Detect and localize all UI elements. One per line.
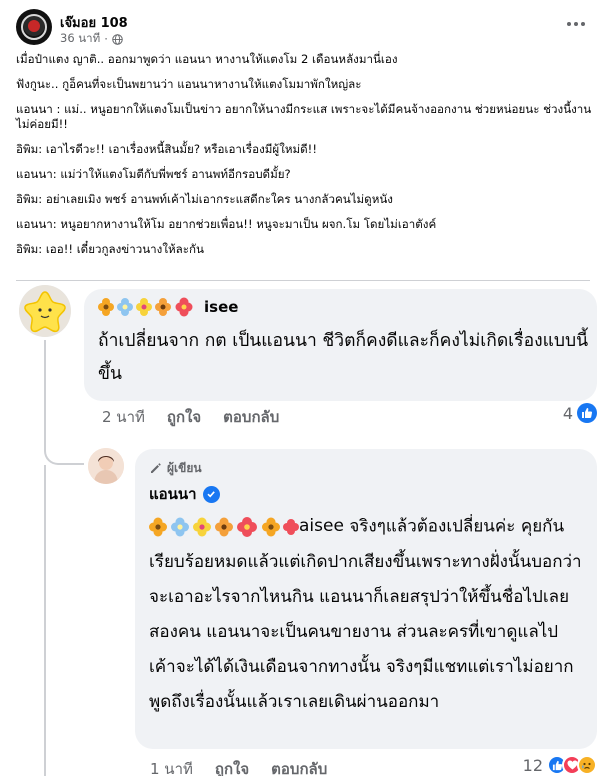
author-badge: ผู้เขียน — [149, 459, 202, 478]
reply-bubble: ผู้เขียน แอนนา aisee จริงๆแล้วต้องเปลี่ย… — [135, 449, 597, 749]
divider — [16, 280, 590, 281]
globe-icon — [112, 33, 123, 45]
dot-icon — [581, 22, 585, 26]
comment-bubble: isee ถ้าเปลี่ยนจาก กต เป็นแอนนา ชีวิตก็ค… — [84, 289, 597, 401]
like-icon — [577, 403, 597, 423]
post-line: แอนนา : แม่.. หนูอยากให้แตงโมเป็นข่าว อย… — [16, 102, 592, 131]
reaction-summary[interactable]: 12 — [523, 755, 597, 775]
pencil-icon — [151, 463, 161, 473]
more-options-button[interactable] — [563, 12, 589, 36]
flower-icon — [117, 298, 133, 316]
post-line: แอนนา: แม่ว่าให้แตงโมตีกับพี่พชร์ อานพท์… — [16, 167, 291, 181]
reply-body: จริงๆแล้วต้องเปลี่ยนค่ะ คุยกันเรียบร้อยห… — [149, 516, 582, 712]
meta-separator: · — [104, 32, 108, 46]
profile-photo-icon — [88, 448, 124, 484]
author-avatar[interactable] — [88, 448, 124, 484]
commenter-name[interactable]: isee — [98, 295, 238, 319]
post-line: เมื่อป๋าแตง ญาติ.. ออกมาพูดว่า แอนนา หาง… — [16, 52, 398, 66]
post-time[interactable]: 36 นาที — [60, 30, 100, 48]
page-avatar[interactable] — [16, 9, 52, 45]
author-badge-label: ผู้เขียน — [167, 461, 202, 475]
sad-icon — [577, 755, 597, 775]
post-meta: 36 นาที · — [60, 30, 123, 48]
thread-connector — [44, 340, 84, 465]
mention-name: aisee — [299, 516, 344, 536]
flower-icon — [175, 297, 193, 317]
like-button[interactable]: ถูกใจ — [167, 405, 201, 429]
mention-tag[interactable]: aisee — [149, 509, 344, 544]
flower-icon — [155, 298, 171, 316]
reaction-count: 4 — [562, 403, 573, 423]
post-line: อิพิม: เออ!! เดี๋ยวกูลงข่าวนางให้ละกัน — [16, 242, 204, 256]
author-name-text: แอนนา — [149, 485, 197, 503]
reply-button[interactable]: ตอบกลับ — [271, 757, 327, 776]
logo-dot — [28, 20, 40, 32]
post-line: ฟังกูนะ.. กูอ็คนที่จะเป็นพยานว่า แอนนาหา… — [16, 77, 362, 91]
verified-icon — [202, 485, 220, 503]
reply-time[interactable]: 1 นาที — [150, 757, 193, 776]
flower-emoji-row — [149, 516, 299, 537]
reaction-count: 12 — [522, 755, 543, 775]
star-icon — [19, 285, 71, 337]
commenter-avatar[interactable] — [19, 285, 71, 337]
flower-icon — [136, 298, 152, 316]
reaction-summary[interactable]: 4 — [563, 403, 597, 423]
post-line: อิพิม: เอาไรดีวะ!! เอาเรื่องหนี้สินมั้ย?… — [16, 142, 317, 156]
dot-icon — [574, 22, 578, 26]
post-header: เจ๊มอย 108 36 นาที · — [0, 0, 605, 46]
comment-text: ถ้าเปลี่ยนจาก กต เป็นแอนนา ชีวิตก็คงดีแล… — [98, 331, 589, 384]
like-button[interactable]: ถูกใจ — [215, 757, 249, 776]
post-body: เมื่อป๋าแตง ญาติ.. ออกมาพูดว่า แอนนา หาง… — [16, 52, 596, 267]
reply-actions: 1 นาที ถูกใจ ตอบกลับ — [150, 757, 349, 776]
author-name[interactable]: แอนนา — [149, 482, 220, 506]
reply-text: aisee จริงๆแล้วต้องเปลี่ยนค่ะ คุยกันเรีย… — [149, 509, 589, 720]
thread-connector — [44, 465, 46, 776]
comment-time[interactable]: 2 นาที — [102, 405, 145, 429]
dot-icon — [567, 22, 571, 26]
post-line: อิพิม: อย่าเลยเมิง พชร์ อานพท์เค้าไม่เอา… — [16, 192, 393, 206]
flower-icon — [98, 298, 114, 316]
commenter-name-text: isee — [204, 298, 239, 316]
reply-button[interactable]: ตอบกลับ — [223, 405, 279, 429]
reaction-stack — [547, 755, 597, 775]
flower-emoji-row — [98, 295, 200, 319]
post-line: แอนนา: หนูอยากหางานให้โม อยากช่วยเพื่อน!… — [16, 217, 437, 231]
comment-actions: 2 นาที ถูกใจ ตอบกลับ — [102, 405, 301, 429]
